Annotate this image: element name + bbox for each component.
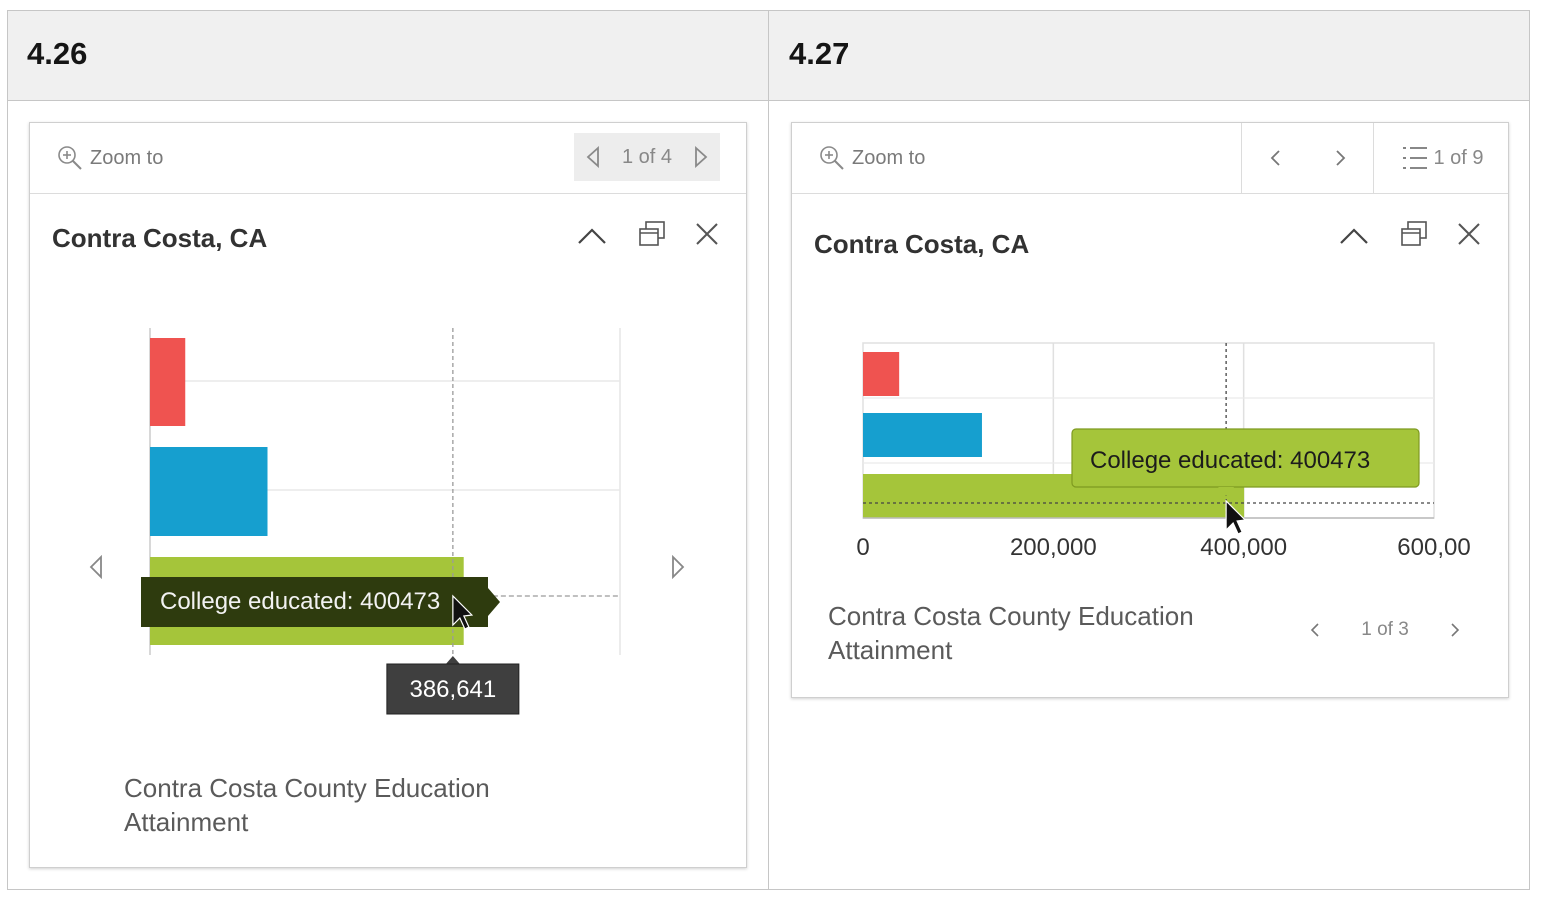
media-pager-text: 1 of 3 xyxy=(1361,619,1409,640)
bar-chart-4-27[interactable]: 0 200,000 400,000 600,00 College educated: 4… xyxy=(792,123,1508,583)
next-media-button[interactable] xyxy=(1450,622,1460,638)
version-label-left: 4.26 xyxy=(27,36,88,71)
version-label-right: 4.27 xyxy=(789,36,850,71)
tooltip-text: College educated: 400473 xyxy=(160,588,440,615)
tooltip-pointer xyxy=(488,588,500,616)
tick-label: 200,000 xyxy=(1010,534,1097,561)
tick-label: 600,00 xyxy=(1397,534,1470,561)
popup-widget-4-27: Zoom to 1 of 9 Contra Costa, CA 0 200,00… xyxy=(791,122,1509,698)
column-divider xyxy=(768,10,769,890)
popup-widget-4-26: Zoom to 1 of 4 Contra Costa, CA College … xyxy=(29,122,747,868)
bar xyxy=(863,352,900,396)
tick-label: 400,000 xyxy=(1200,534,1287,561)
chevron-left-icon xyxy=(1310,623,1319,637)
tooltip-text: College educated: 400473 xyxy=(1090,447,1370,474)
bar xyxy=(150,338,186,426)
bar xyxy=(863,413,982,457)
tick-label: 0 xyxy=(856,534,869,561)
previous-media-button[interactable] xyxy=(1310,622,1320,638)
value-label-text: 386,641 xyxy=(409,676,496,703)
bar xyxy=(150,447,268,536)
value-label-pointer xyxy=(445,656,460,664)
media-caption: Contra Costa County Education Attainment xyxy=(124,773,490,837)
media-caption: Contra Costa County Education Attainment xyxy=(828,601,1194,665)
bar-chart-4-26[interactable]: College educated: 400473 386,641 xyxy=(30,123,746,743)
chevron-right-icon xyxy=(1451,623,1460,637)
media-pager: 1 of 3 xyxy=(1310,615,1460,645)
